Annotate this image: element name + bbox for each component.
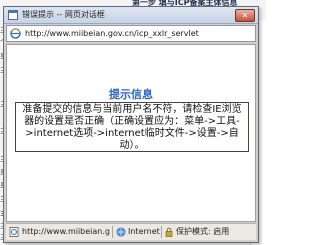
message-title: 提示信息 — [109, 88, 153, 101]
dialog-title: 错误提示 -- 网页对话框 — [22, 10, 105, 19]
lock-icon — [165, 227, 173, 237]
status-protected-mode: 保护模式: 启用 — [176, 227, 230, 236]
ie-page-icon — [9, 227, 19, 237]
message-line: >internet选项->internet临时文件->设置->自 — [25, 128, 239, 139]
status-zone: Internet — [128, 227, 160, 236]
globe-icon — [116, 227, 126, 237]
close-button[interactable]: ✕ — [235, 9, 255, 22]
error-dialog-window: 错误提示 -- 网页对话框 ✕ http://www.miibeian.gov.… — [3, 6, 259, 243]
address-url: http://www.miibeian.gov.cn/icp_xxlr_serv… — [25, 29, 199, 38]
status-url: http://www.miibeian.go — [22, 227, 110, 236]
message-box: 准备提交的信息与当前用户名不符，请检查IE浏览 器的设置是否正确（正确设置应为：… — [15, 102, 249, 152]
status-divider — [112, 226, 113, 238]
message-line: 准备提交的信息与当前用户名不符，请检查IE浏览 — [22, 104, 242, 115]
dialog-content: 提示信息 准备提交的信息与当前用户名不符，请检查IE浏览 器的设置是否正确（正确… — [6, 44, 256, 222]
address-bar[interactable]: http://www.miibeian.gov.cn/icp_xxlr_serv… — [6, 25, 256, 42]
ie-page-icon — [10, 28, 21, 39]
dialog-titlebar[interactable]: 错误提示 -- 网页对话框 ✕ — [4, 7, 258, 24]
message-line: 器的设置是否正确（正确设置应为：菜单->工具- — [24, 116, 240, 127]
close-icon: ✕ — [241, 11, 249, 20]
status-bar: http://www.miibeian.go Internet 保护模式: 启用 — [6, 223, 256, 240]
dialog-window-icon — [8, 10, 18, 20]
status-divider — [161, 226, 162, 238]
message-line: 动）。 — [119, 140, 145, 151]
